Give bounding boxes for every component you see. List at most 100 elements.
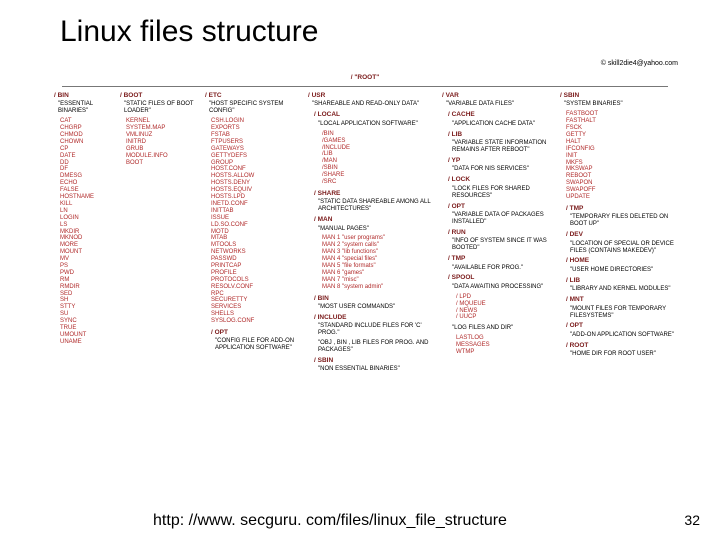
file-item: LOGIN (60, 215, 114, 222)
subdir-list: MAN 1 "user programs"MAN 2 "system calls… (322, 235, 433, 290)
subdir-header: / TMP (448, 255, 552, 262)
file-item: / NEWS (456, 308, 552, 315)
file-item: GATEWAYS (211, 146, 300, 153)
file-item: HALT (566, 139, 675, 146)
file-item: /GAMES (322, 138, 433, 145)
subdir: / OPT"ADD-ON APPLICATION SOFTWARE" (566, 322, 675, 338)
subdir: / LIB"VARIABLE STATE INFORMATION REMAINS… (448, 131, 552, 154)
file-item: FALSE (60, 187, 114, 194)
file-item: GETTYDEFS (211, 153, 300, 160)
file-item: MOTD (211, 229, 300, 236)
subdir: "OBJ , BIN , LIB FILES FOR PROG. AND PAC… (314, 340, 433, 354)
file-item: GETTY (566, 132, 675, 139)
subdir-desc: "NON ESSENTIAL BINARIES" (318, 366, 433, 373)
file-item: VMLINUZ (126, 132, 200, 139)
file-item: /BIN (322, 131, 433, 138)
file-item: /SRC (322, 179, 433, 186)
file-item: HOSTS.ALLOW (211, 173, 300, 180)
dir-header: / BOOT (120, 92, 200, 99)
dir-desc: "HOST SPECIFIC SYSTEM CONFIG" (209, 101, 300, 115)
dir-desc: "VARIABLE DATA FILES" (446, 101, 552, 108)
file-item: INETD.CONF (211, 201, 300, 208)
file-item: HOSTS.EQUIV (211, 187, 300, 194)
file-item: PROTOCOLS (211, 277, 300, 284)
subdir: / RUN"INFO OF SYSTEM SINCE IT WAS BOOTED… (448, 229, 552, 252)
subdir-header: / LIB (566, 277, 675, 284)
file-item: SYNC (60, 318, 114, 325)
subdir-desc: "ADD-ON APPLICATION SOFTWARE" (570, 332, 675, 339)
file-item: CSH.LOGIN (211, 118, 300, 125)
file-item: GROUP (211, 160, 300, 167)
subdir-desc: "LOCK FILES FOR SHARED RESOURCES" (452, 186, 552, 200)
file-item: MAN 5 "file formats" (322, 263, 433, 270)
file-item: HOST.CONF (211, 166, 300, 173)
subdir-header: / LOCK (448, 176, 552, 183)
file-list: KERNELSYSTEM.MAPVMLINUZINITRDGRUBMODULE.… (126, 118, 200, 166)
subdir-desc: "STANDARD INCLUDE FILES FOR 'C' PROG." (318, 323, 433, 337)
file-item: RMDIR (60, 284, 114, 291)
file-item: SYSTEM.MAP (126, 125, 200, 132)
file-item: MTAB (211, 235, 300, 242)
file-item: WTMP (456, 349, 552, 356)
file-item: MAN 4 "special files" (322, 256, 433, 263)
file-item: ECHO (60, 180, 114, 187)
col-bin: / BIN"ESSENTIAL BINARIES"CATCHGRPCHMODCH… (54, 92, 114, 350)
page-number: 32 (684, 512, 700, 528)
subdir-desc: "VARIABLE DATA OF PACKAGES INSTALLED" (452, 212, 552, 226)
fs-root: / "ROOT" (50, 74, 680, 81)
subdir: / TMP"TEMPORARY FILES DELETED ON BOOT UP… (566, 205, 675, 228)
file-item: PROFILE (211, 270, 300, 277)
file-item: /INCLUDE (322, 145, 433, 152)
subdir-desc: "DATA AWAITING PROCESSING" (452, 284, 552, 291)
file-item: SWAPON (566, 180, 675, 187)
file-item: MTOOLS (211, 242, 300, 249)
subdir-header: / DEV (566, 231, 675, 238)
subdir-header: / LOCAL (314, 111, 433, 118)
file-item: SYSLOG.CONF (211, 318, 300, 325)
subdir: / OPT"CONFIG FILE FOR ADD-ON APPLICATION… (211, 329, 300, 352)
file-item: FASTBOOT (566, 111, 675, 118)
file-item: EXPORTS (211, 125, 300, 132)
dir-header: / VAR (442, 92, 552, 99)
subdir-desc: "APPLICATION CACHE DATA" (452, 121, 552, 128)
subdir-header: / SBIN (314, 357, 433, 364)
col-etc: / ETC "HOST SPECIFIC SYSTEM CONFIG" CSH.LO… (205, 92, 300, 355)
file-item: FSTAB (211, 132, 300, 139)
subdir: / TMP "AVAILABLE FOR PROG." (448, 255, 552, 271)
file-item: MOUNT (60, 249, 114, 256)
subdir-list: / LPD/ MQUEUE/ NEWS/ UUCP (456, 294, 552, 322)
file-item: PWD (60, 270, 114, 277)
col-usr: / USR"SHAREABLE AND READ-ONLY DATA"/ LOC… (308, 92, 433, 376)
file-item: INITTAB (211, 208, 300, 215)
file-item: GRUB (126, 146, 200, 153)
file-item: PRINTCAP (211, 263, 300, 270)
file-item: INIT (566, 153, 675, 160)
dir-desc: "ESSENTIAL BINARIES" (58, 101, 114, 115)
file-item: HOSTS.LPD (211, 194, 300, 201)
file-item: DMESG (60, 173, 114, 180)
file-item: MKNOD (60, 235, 114, 242)
file-item: KILL (60, 201, 114, 208)
subdir-desc: "AVAILABLE FOR PROG." (452, 265, 552, 272)
subdir: / YP"DATA FOR NIS SERVICES" (448, 157, 552, 173)
file-item: MAN 3 "lib functions" (322, 249, 433, 256)
file-item: INITRD (126, 139, 200, 146)
file-item: MESSAGES (456, 342, 552, 349)
subdir: / HOME"USER HOME DIRECTORIES" (566, 257, 675, 273)
file-item: TRUE (60, 325, 114, 332)
subdir-desc: "LOG FILES AND DIR" (452, 325, 552, 332)
file-item: NETWORKS (211, 249, 300, 256)
file-item: MAN 2 "system calls" (322, 242, 433, 249)
dir-header: / SBIN (560, 92, 675, 99)
fs-diagram: © skill2die4@yahoo.com / "ROOT" / BIN"ES… (50, 60, 680, 500)
tree-bar (62, 86, 668, 87)
file-item: REBOOT (566, 173, 675, 180)
file-item: CHMOD (60, 132, 114, 139)
dir-header: / ETC (205, 92, 300, 99)
file-item: DATE (60, 153, 114, 160)
subdir-header: / LIB (448, 131, 552, 138)
file-item: FSCK (566, 125, 675, 132)
source-url: http: //www. secguru. com/files/linux_fi… (0, 512, 660, 530)
subdir: / INCLUDE"STANDARD INCLUDE FILES FOR 'C'… (314, 314, 433, 337)
file-item: HOSTNAME (60, 194, 114, 201)
